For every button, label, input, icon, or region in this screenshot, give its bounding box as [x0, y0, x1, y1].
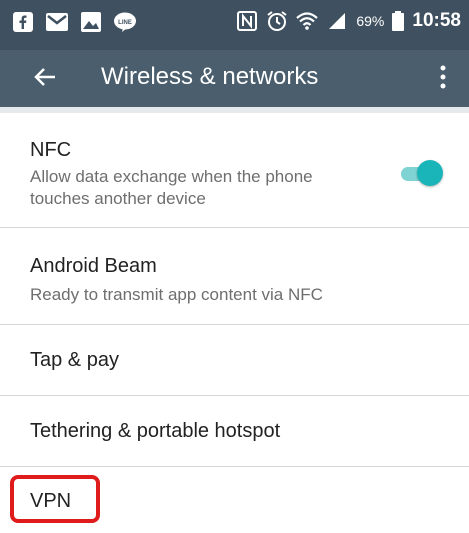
setting-subtitle: Allow data exchange when the phone touch…: [30, 167, 313, 208]
nfc-toggle[interactable]: [401, 157, 443, 191]
setting-android-beam[interactable]: Android Beam Ready to transmit app conte…: [0, 228, 469, 325]
arrow-left-icon: [34, 68, 55, 86]
notification-icons: LINE: [12, 11, 136, 33]
setting-title: Android Beam: [30, 255, 157, 277]
app-bar: Wireless & networks: [0, 50, 469, 107]
svg-text:LINE: LINE: [118, 20, 132, 26]
vpn-highlight-box: [10, 475, 100, 523]
page-title: Wireless & networks: [101, 63, 319, 90]
facebook-icon: [12, 11, 34, 33]
setting-title: Tap & pay: [30, 349, 119, 371]
clock: 10:58: [412, 10, 461, 31]
setting-subtitle: Ready to transmit app content via NFC: [30, 285, 323, 304]
battery-icon: [392, 10, 405, 32]
setting-nfc[interactable]: NFC Allow data exchange when the phone t…: [0, 113, 469, 228]
system-icons: 69% 10:58: [236, 10, 461, 32]
toggle-thumb: [417, 160, 443, 186]
wifi-icon: [296, 10, 319, 32]
signal-icon: [326, 10, 348, 32]
back-button[interactable]: [30, 62, 60, 92]
setting-title: NFC: [30, 139, 72, 161]
status-bar: LINE 69% 10:58: [0, 0, 469, 50]
battery-percent: 69%: [356, 13, 385, 29]
gmail-icon: [46, 11, 68, 33]
setting-title: Tethering & portable hotspot: [30, 420, 281, 442]
image-icon: [80, 11, 102, 33]
alarm-icon: [266, 10, 288, 32]
setting-tap-and-pay[interactable]: Tap & pay: [0, 325, 469, 396]
more-vert-icon: [440, 65, 446, 89]
nfc-icon: [236, 10, 258, 32]
setting-tethering[interactable]: Tethering & portable hotspot: [0, 396, 469, 467]
line-app-icon: LINE: [114, 11, 136, 33]
more-options-button[interactable]: [433, 60, 453, 94]
